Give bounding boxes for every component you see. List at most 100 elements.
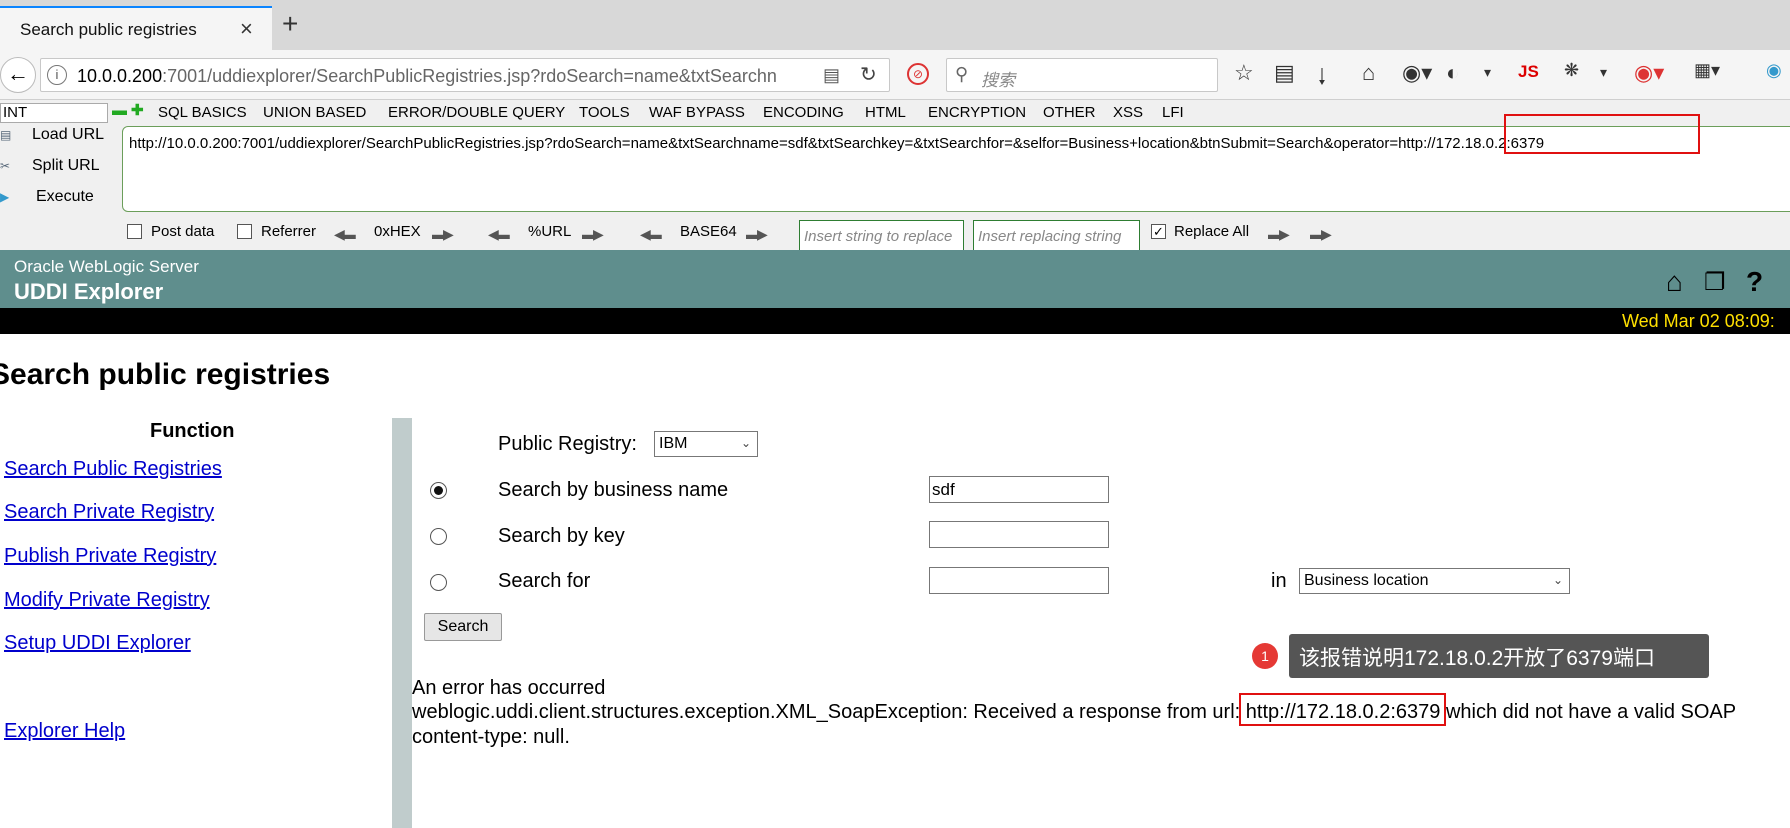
link-explorer-help[interactable]: Explorer Help: [4, 720, 125, 743]
search-for-input[interactable]: [929, 567, 1109, 594]
minus-icon[interactable]: ▬: [112, 102, 127, 119]
error-message-cont: content-type: null.: [412, 726, 570, 748]
menu-encryption[interactable]: ENCRYPTION: [928, 104, 1026, 121]
menu-sql-basics[interactable]: SQL BASICS: [158, 104, 247, 121]
arrow-left-icon[interactable]: ◀▬: [488, 226, 510, 243]
search-for-label: Search for: [498, 570, 591, 592]
arrow-right-icon[interactable]: ▬▶: [1268, 226, 1290, 243]
annotation-badge: 1: [1252, 643, 1278, 669]
hackbar-options: Post data Referrer ◀▬ 0xHEX ▬▶ ◀▬ %URL ▬…: [0, 216, 1790, 252]
reading-list-icon[interactable]: ▤: [1274, 60, 1295, 86]
registry-label: Public Registry:: [498, 433, 637, 455]
link-modify-private-registry[interactable]: Modify Private Registry: [4, 589, 210, 612]
arrow-right-icon[interactable]: ▬▶: [432, 226, 454, 243]
menu-xss[interactable]: XSS: [1113, 104, 1143, 121]
menu-lfi[interactable]: LFI: [1162, 104, 1184, 121]
link-search-public-registries[interactable]: Search Public Registries: [4, 458, 222, 481]
replace-all-label: Replace All: [1174, 223, 1250, 240]
product-name: Oracle WebLogic Server: [14, 257, 199, 276]
chevron-down-icon[interactable]: ▾: [1600, 64, 1607, 81]
page-title: Search public registries: [0, 358, 331, 391]
menu-error-double-query[interactable]: ERROR/DOUBLE QUERY: [388, 104, 565, 121]
search-input[interactable]: ⚲ 搜索: [946, 58, 1218, 92]
menu-other[interactable]: OTHER: [1043, 104, 1096, 121]
date-bar: Wed Mar 02 08:09:: [0, 308, 1790, 334]
weblogic-header: Oracle WebLogic Server UDDI Explorer ⌂ ❐…: [0, 250, 1790, 308]
chevron-down-icon: ⌄: [740, 436, 751, 450]
arrow-right-icon[interactable]: ▬▶: [746, 226, 768, 243]
function-heading: Function: [150, 420, 235, 442]
registry-select[interactable]: IBM ⌄: [654, 431, 758, 457]
download-icon[interactable]: 🠓: [1318, 60, 1326, 98]
windows-icon[interactable]: ❐: [1704, 268, 1726, 297]
key-input[interactable]: [929, 521, 1109, 548]
radio-by-name[interactable]: [430, 482, 447, 499]
address-bar[interactable]: i 10.0.0.200:7001/uddiexplorer/SearchPub…: [40, 58, 890, 92]
load-icon: ▤: [0, 128, 12, 142]
palette-icon[interactable]: ◐: [1446, 60, 1459, 86]
globe-icon[interactable]: ◉▾: [1402, 60, 1432, 86]
menu-union-based[interactable]: UNION BASED: [263, 104, 366, 121]
column-divider: [392, 418, 412, 828]
plus-icon[interactable]: ✚: [131, 101, 144, 119]
hackbar-body: ▤ Load URL ✂ Split URL ▶ Execute http://…: [0, 114, 1790, 252]
new-tab-button[interactable]: +: [282, 8, 298, 40]
bug-icon[interactable]: ❋: [1564, 60, 1579, 81]
menu-html[interactable]: HTML: [865, 104, 906, 121]
replace-all-checkbox[interactable]: ✓: [1151, 224, 1166, 239]
highlight-operator-box: [1504, 114, 1700, 154]
home-icon[interactable]: ⌂: [1666, 266, 1683, 298]
business-name-input[interactable]: sdf: [929, 476, 1109, 503]
radio-by-key[interactable]: [430, 528, 447, 545]
menu-waf-bypass[interactable]: WAF BYPASS: [649, 104, 745, 121]
chevron-down-icon[interactable]: ▾: [1484, 64, 1491, 81]
reload-icon[interactable]: ↻: [860, 62, 877, 87]
chevron-down-icon: ⌄: [1552, 573, 1563, 587]
referrer-label: Referrer: [261, 223, 317, 240]
target-icon[interactable]: ◉▾: [1634, 60, 1664, 86]
extension-icon[interactable]: ◉: [1766, 60, 1782, 81]
search-in-value: Business location: [1304, 572, 1429, 589]
replace-string-input[interactable]: Insert string to replace: [799, 220, 964, 252]
link-setup-uddi-explorer[interactable]: Setup UDDI Explorer: [4, 632, 191, 655]
link-search-private-registry[interactable]: Search Private Registry: [4, 501, 214, 524]
home-icon[interactable]: ⌂: [1362, 60, 1375, 86]
close-icon[interactable]: ×: [240, 16, 253, 42]
annotation-tooltip: 该报错说明172.18.0.2开放了6379端口: [1289, 634, 1709, 678]
menu-encoding[interactable]: ENCODING: [763, 104, 844, 121]
play-icon: ▶: [0, 190, 10, 204]
page-icon[interactable]: ▦▾: [1694, 60, 1720, 81]
info-icon[interactable]: i: [47, 65, 67, 85]
url-encode-label: %URL: [528, 223, 572, 240]
arrow-left-icon[interactable]: ◀▬: [640, 226, 662, 243]
hackbar-url-value: http://10.0.0.200:7001/uddiexplorer/Sear…: [129, 135, 1545, 152]
hex-label: 0xHEX: [374, 223, 421, 240]
arrow-right-icon[interactable]: ▬▶: [582, 226, 604, 243]
scissors-icon: ✂: [0, 159, 11, 173]
hackbar-dropdown[interactable]: INT: [0, 103, 108, 123]
link-publish-private-registry[interactable]: Publish Private Registry: [4, 545, 216, 568]
replacing-string-input[interactable]: Insert replacing string: [973, 220, 1140, 252]
reader-view-icon[interactable]: ▤: [823, 65, 840, 86]
menu-tools[interactable]: TOOLS: [579, 104, 630, 121]
post-data-checkbox[interactable]: [127, 224, 142, 239]
error-message: weblogic.uddi.client.structures.exceptio…: [412, 701, 1737, 723]
search-placeholder: 搜索: [981, 71, 1015, 90]
radio-search-for[interactable]: [430, 574, 447, 591]
bookmark-star-icon[interactable]: ☆: [1234, 60, 1254, 86]
help-icon[interactable]: ?: [1746, 266, 1763, 298]
arrow-right-icon[interactable]: ▬▶: [1310, 226, 1332, 243]
search-in-select[interactable]: Business location ⌄: [1299, 568, 1570, 594]
tab-strip: Search public registries × +: [0, 0, 1790, 50]
referrer-checkbox[interactable]: [237, 224, 252, 239]
search-button[interactable]: Search: [424, 613, 502, 641]
tab-active[interactable]: Search public registries ×: [0, 6, 272, 50]
arrow-left-icon[interactable]: ◀▬: [334, 226, 356, 243]
js-icon[interactable]: JS: [1518, 62, 1539, 82]
search-icon: ⚲: [955, 64, 969, 84]
app-title: UDDI Explorer: [14, 279, 164, 304]
nav-bar: ← i 10.0.0.200:7001/uddiexplorer/SearchP…: [0, 50, 1790, 100]
back-arrow-icon[interactable]: ←: [0, 57, 36, 93]
post-data-label: Post data: [151, 223, 215, 240]
block-icon[interactable]: ⊘: [907, 63, 929, 85]
